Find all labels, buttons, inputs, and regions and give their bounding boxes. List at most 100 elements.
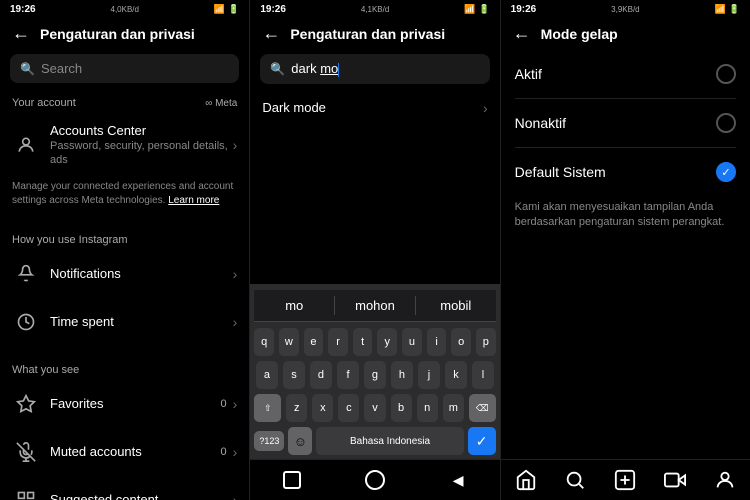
key-enter[interactable]: ✓ — [468, 427, 496, 455]
chevron-icon-4: › — [233, 396, 238, 412]
nav-profile-3[interactable] — [713, 468, 737, 492]
muted-icon — [12, 438, 40, 466]
key-o[interactable]: o — [451, 328, 471, 356]
option-default[interactable]: Default Sistem — [501, 148, 750, 196]
key-e[interactable]: e — [304, 328, 324, 356]
suggested-content-item[interactable]: Suggested content › — [0, 476, 249, 500]
meta-logo: ∞ Meta — [205, 98, 237, 109]
key-g[interactable]: g — [364, 361, 386, 389]
section-label-see: What you see — [12, 364, 79, 376]
option-aktif[interactable]: Aktif — [501, 50, 750, 98]
key-n[interactable]: n — [417, 394, 438, 422]
nav-back-2[interactable]: ◀ — [446, 468, 470, 492]
suggestion-mo[interactable]: mo — [254, 296, 335, 315]
search-input-2[interactable]: dark mo — [291, 61, 479, 77]
suggestion-mohon[interactable]: mohon — [335, 296, 416, 315]
option-nonaktif[interactable]: Nonaktif — [501, 99, 750, 147]
key-f[interactable]: f — [337, 361, 359, 389]
spacer-2 — [250, 128, 499, 284]
back-button-2[interactable]: ← — [262, 23, 280, 44]
nav-circle-2[interactable] — [363, 468, 387, 492]
key-symbols[interactable]: ?123 — [254, 431, 284, 451]
suggestion-mobil[interactable]: mobil — [416, 296, 496, 315]
square-icon-2 — [283, 471, 301, 489]
keyboard-row-3: ⇧ z x c v b n m ⌫ — [254, 394, 495, 422]
key-p[interactable]: p — [476, 328, 496, 356]
time-spent-item[interactable]: Time spent › — [0, 298, 249, 346]
favorites-title: Favorites — [50, 396, 221, 411]
time-spent-content: Time spent — [50, 314, 233, 329]
accounts-center-item[interactable]: Accounts Center Password, security, pers… — [0, 113, 249, 178]
result-chevron-icon: › — [483, 100, 488, 116]
favorites-content: Favorites — [50, 396, 221, 411]
key-j[interactable]: j — [418, 361, 440, 389]
key-k[interactable]: k — [445, 361, 467, 389]
suggested-content-title: Suggested content — [50, 492, 233, 500]
battery-icon-2: 🔋 — [478, 4, 489, 15]
radio-nonaktif[interactable] — [716, 113, 736, 133]
muted-accounts-item[interactable]: Muted accounts 0 › — [0, 428, 249, 476]
notifications-item[interactable]: Notifications › — [0, 250, 249, 298]
chevron-icon-6: › — [233, 492, 238, 500]
status-icons-1: 📶 🔋 — [214, 4, 239, 15]
key-c[interactable]: c — [338, 394, 359, 422]
status-bar-2: 19:26 4,1KB/d 📶 🔋 — [250, 0, 499, 17]
back-button-3[interactable]: ← — [513, 23, 531, 44]
search-icon-2: 🔍 — [270, 62, 285, 76]
add-icon — [614, 469, 636, 491]
key-w[interactable]: w — [279, 328, 299, 356]
dark-mode-result[interactable]: Dark mode › — [250, 88, 499, 128]
section-your-account: Your account ∞ Meta — [0, 87, 249, 113]
option-default-label: Default Sistem — [515, 164, 716, 180]
spacer-3 — [501, 243, 750, 459]
key-emoji[interactable]: ☺ — [288, 427, 312, 455]
key-h[interactable]: h — [391, 361, 413, 389]
nav-search-3[interactable] — [563, 468, 587, 492]
page-title-3: Mode gelap — [541, 26, 738, 42]
key-l[interactable]: l — [472, 361, 494, 389]
nav-add-3[interactable] — [613, 468, 637, 492]
top-nav-2: ← Pengaturan dan privasi — [250, 17, 499, 50]
key-s[interactable]: s — [283, 361, 305, 389]
search-bar-2[interactable]: 🔍 dark mo — [260, 54, 489, 84]
key-d[interactable]: d — [310, 361, 332, 389]
key-q[interactable]: q — [254, 328, 274, 356]
radio-default[interactable] — [716, 162, 736, 182]
key-r[interactable]: r — [328, 328, 348, 356]
nav-home-3[interactable] — [514, 468, 538, 492]
key-i[interactable]: i — [427, 328, 447, 356]
time-spent-title: Time spent — [50, 314, 233, 329]
key-y[interactable]: y — [377, 328, 397, 356]
learn-more-link[interactable]: Learn more — [168, 195, 219, 206]
radio-aktif[interactable] — [716, 64, 736, 84]
search-bar-1[interactable]: 🔍 Search — [10, 54, 239, 83]
key-backspace[interactable]: ⌫ — [469, 394, 496, 422]
key-t[interactable]: t — [353, 328, 373, 356]
notifications-title: Notifications — [50, 266, 233, 281]
accounts-center-content: Accounts Center Password, security, pers… — [50, 123, 233, 168]
search-nav-icon — [564, 469, 586, 491]
key-b[interactable]: b — [391, 394, 412, 422]
keyboard-row-2: a s d f g h j k l — [254, 361, 495, 389]
nav-activity-3[interactable] — [663, 468, 687, 492]
profile-icon — [714, 469, 736, 491]
key-x[interactable]: x — [312, 394, 333, 422]
back-triangle-2: ◀ — [453, 472, 464, 489]
nav-square-2[interactable] — [280, 468, 304, 492]
favorites-item[interactable]: Favorites 0 › — [0, 380, 249, 428]
status-info-1: 4,0KB/d — [111, 5, 139, 14]
signal-icon-3: 📶 — [715, 4, 726, 15]
search-icon-1: 🔍 — [20, 62, 35, 76]
section-how-you-use: How you use Instagram — [0, 224, 249, 250]
key-space[interactable]: Bahasa Indonesia — [316, 427, 463, 455]
back-button-1[interactable]: ← — [12, 23, 30, 44]
key-m[interactable]: m — [443, 394, 464, 422]
key-shift[interactable]: ⇧ — [254, 394, 281, 422]
key-u[interactable]: u — [402, 328, 422, 356]
key-z[interactable]: z — [286, 394, 307, 422]
search-placeholder-1: Search — [41, 61, 229, 76]
bottom-nav-2: ◀ — [250, 459, 499, 500]
status-bar-1: 19:26 4,0KB/d 📶 🔋 — [0, 0, 249, 17]
key-a[interactable]: a — [256, 361, 278, 389]
key-v[interactable]: v — [364, 394, 385, 422]
